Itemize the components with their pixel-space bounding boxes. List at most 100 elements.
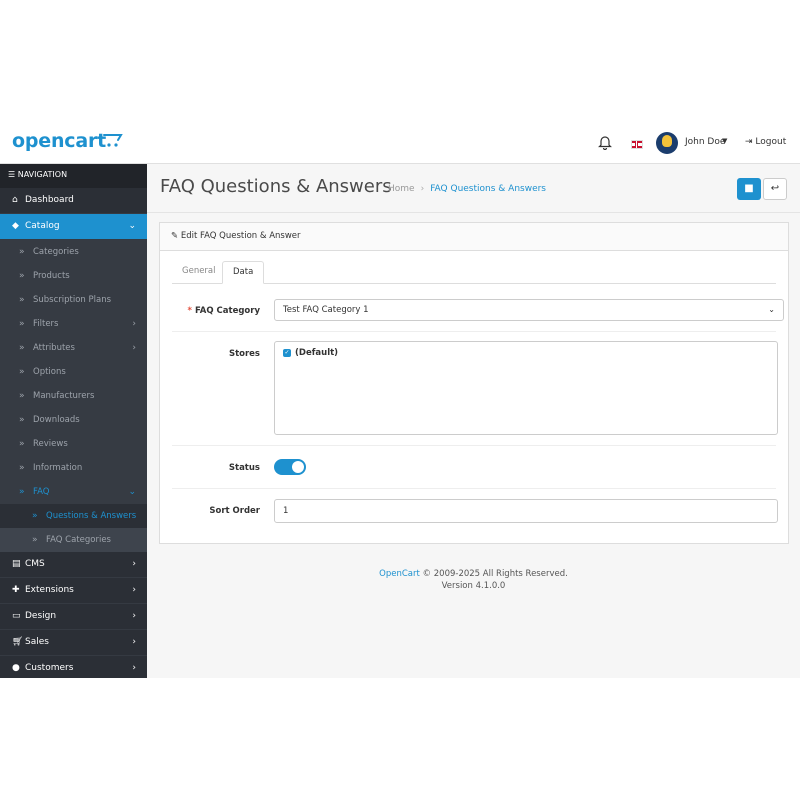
sidebar-item-catalog[interactable]: ◆ Catalog ⌄ xyxy=(0,214,147,240)
back-button[interactable]: ↩ xyxy=(763,178,787,200)
sidebar-item-questions-answers[interactable]: » Questions & Answers xyxy=(0,504,147,528)
logout-label: Logout xyxy=(755,137,787,147)
store-default-checkbox[interactable]: ✓ xyxy=(283,349,291,357)
chevron-down-icon: ⌄ xyxy=(128,487,136,497)
floppy-disk-icon: ■ xyxy=(744,183,754,194)
double-chevron-icon: » xyxy=(19,487,25,497)
sidebar-item-information[interactable]: » Information xyxy=(0,456,147,480)
reply-arrow-icon: ↩ xyxy=(770,183,780,194)
double-chevron-icon: » xyxy=(19,343,25,353)
sidebar-item-label: Information xyxy=(33,463,83,473)
puzzle-icon: ✚ xyxy=(12,585,20,595)
chevron-down-icon[interactable]: ▼ xyxy=(722,137,727,145)
stores-box: ✓ (Default) xyxy=(274,341,778,435)
chevron-down-icon: ⌄ xyxy=(128,221,136,231)
avatar[interactable] xyxy=(656,132,678,154)
toggle-knob xyxy=(292,461,304,473)
sidebar-item-label: CMS xyxy=(25,559,45,569)
sidebar-item-label: Options xyxy=(33,367,66,377)
footer-copyright: OpenCart © 2009-2025 All Rights Reserved… xyxy=(147,568,800,580)
sidebar-item-reviews[interactable]: » Reviews xyxy=(0,432,147,456)
chevron-right-icon: › xyxy=(132,637,136,647)
store-default-label[interactable]: (Default) xyxy=(295,348,338,358)
page-title: FAQ Questions & Answers xyxy=(160,176,392,197)
sidebar-item-subscription-plans[interactable]: » Subscription Plans xyxy=(0,288,147,312)
breadcrumb-separator-icon: › xyxy=(420,184,425,194)
monitor-icon: ▭ xyxy=(12,611,21,621)
sidebar-item-extensions[interactable]: ✚ Extensions › xyxy=(0,578,147,604)
sidebar-item-label: Categories xyxy=(33,247,79,257)
form-tabs: General Data xyxy=(172,261,776,284)
sidebar-item-customers[interactable]: ● Customers › xyxy=(0,656,147,678)
opencart-logo[interactable]: opencart xyxy=(12,130,106,152)
sidebar-item-faq[interactable]: » FAQ ⌄ xyxy=(0,480,147,504)
pencil-icon: ✎ xyxy=(171,231,179,241)
double-chevron-icon: » xyxy=(19,415,25,425)
breadcrumb-current[interactable]: FAQ Questions & Answers xyxy=(430,184,546,194)
sidebar-item-label: Extensions xyxy=(25,585,74,595)
user-menu-name[interactable]: John Doe xyxy=(685,137,725,147)
chevron-right-icon: › xyxy=(132,559,136,569)
sidebar-item-filters[interactable]: » Filters › xyxy=(0,312,147,336)
breadcrumb: Home › FAQ Questions & Answers xyxy=(388,184,546,194)
sidebar-item-sales[interactable]: 🛒︎ Sales › xyxy=(0,630,147,656)
chevron-right-icon: › xyxy=(132,611,136,621)
sidebar-item-label: Sales xyxy=(25,637,49,647)
faq-category-value: Test FAQ Category 1 xyxy=(283,305,369,315)
bell-icon[interactable] xyxy=(598,134,612,150)
sort-order-input[interactable]: 1 xyxy=(274,499,778,523)
main-content: FAQ Questions & Answers Home › FAQ Questio… xyxy=(147,164,800,678)
nav-heading[interactable]: ☰ NAVIGATION xyxy=(0,164,147,188)
sidebar-item-label: FAQ Categories xyxy=(46,535,111,545)
sidebar-item-label: Dashboard xyxy=(25,195,74,205)
sidebar-item-label: Attributes xyxy=(33,343,75,353)
top-header: opencart John Doe ▼ ⇥ Logout xyxy=(0,123,800,164)
sidebar: ☰ NAVIGATION ⌂ Dashboard ◆ Catalog ⌄ » Categ… xyxy=(0,164,147,678)
double-chevron-icon: » xyxy=(19,439,25,449)
sidebar-item-options[interactable]: » Options xyxy=(0,360,147,384)
tab-data[interactable]: Data xyxy=(222,261,265,284)
sidebar-item-categories[interactable]: » Categories xyxy=(0,240,147,264)
nav-heading-label: NAVIGATION xyxy=(17,170,68,179)
stores-label: Stores xyxy=(228,349,260,359)
sidebar-item-label: Manufacturers xyxy=(33,391,95,401)
cart-logo-icon xyxy=(103,134,123,147)
status-toggle[interactable] xyxy=(274,459,306,475)
faq-category-select[interactable]: Test FAQ Category 1 ⌄ xyxy=(274,299,784,321)
sidebar-item-faq-categories[interactable]: » FAQ Categories xyxy=(0,528,147,552)
sidebar-item-attributes[interactable]: » Attributes › xyxy=(0,336,147,360)
double-chevron-icon: » xyxy=(19,271,25,281)
sidebar-item-label: Customers xyxy=(25,663,74,673)
sidebar-item-products[interactable]: » Products xyxy=(0,264,147,288)
faq-category-label: * FAQ Category xyxy=(188,306,260,316)
sidebar-item-label: Subscription Plans xyxy=(33,295,112,305)
double-chevron-icon: » xyxy=(19,247,25,257)
language-flag-icon[interactable] xyxy=(631,140,643,149)
save-button[interactable]: ■ xyxy=(737,178,761,200)
double-chevron-icon: » xyxy=(19,295,25,305)
chevron-right-icon: › xyxy=(132,319,136,329)
row-divider xyxy=(172,445,776,446)
sidebar-item-design[interactable]: ▭ Design › xyxy=(0,604,147,630)
breadcrumb-home[interactable]: Home xyxy=(388,184,415,194)
sidebar-item-label: Reviews xyxy=(33,439,68,449)
double-chevron-icon: » xyxy=(32,511,38,521)
logout-link[interactable]: ⇥ Logout xyxy=(745,137,786,147)
catalog-submenu: » Categories » Products » Subscription Plan… xyxy=(0,240,147,552)
sidebar-item-label: Questions & Answers xyxy=(46,511,137,521)
opencart-link[interactable]: OpenCart xyxy=(379,569,420,579)
sidebar-item-downloads[interactable]: » Downloads xyxy=(0,408,147,432)
double-chevron-icon: » xyxy=(32,535,38,545)
tag-icon: ◆ xyxy=(12,221,19,231)
tab-general[interactable]: General xyxy=(172,261,226,282)
sidebar-item-manufacturers[interactable]: » Manufacturers xyxy=(0,384,147,408)
chevron-right-icon: › xyxy=(132,343,136,353)
faq-submenu: » Questions & Answers » FAQ Categories xyxy=(0,504,147,552)
double-chevron-icon: » xyxy=(19,367,25,377)
page-footer: OpenCart © 2009-2025 All Rights Reserved… xyxy=(147,568,800,592)
card-title: Edit FAQ Question & Answer xyxy=(180,231,301,241)
sidebar-item-label: Design xyxy=(25,611,57,621)
sidebar-item-dashboard[interactable]: ⌂ Dashboard xyxy=(0,188,147,214)
row-divider xyxy=(172,488,776,489)
sidebar-item-cms[interactable]: ▤ CMS › xyxy=(0,552,147,578)
